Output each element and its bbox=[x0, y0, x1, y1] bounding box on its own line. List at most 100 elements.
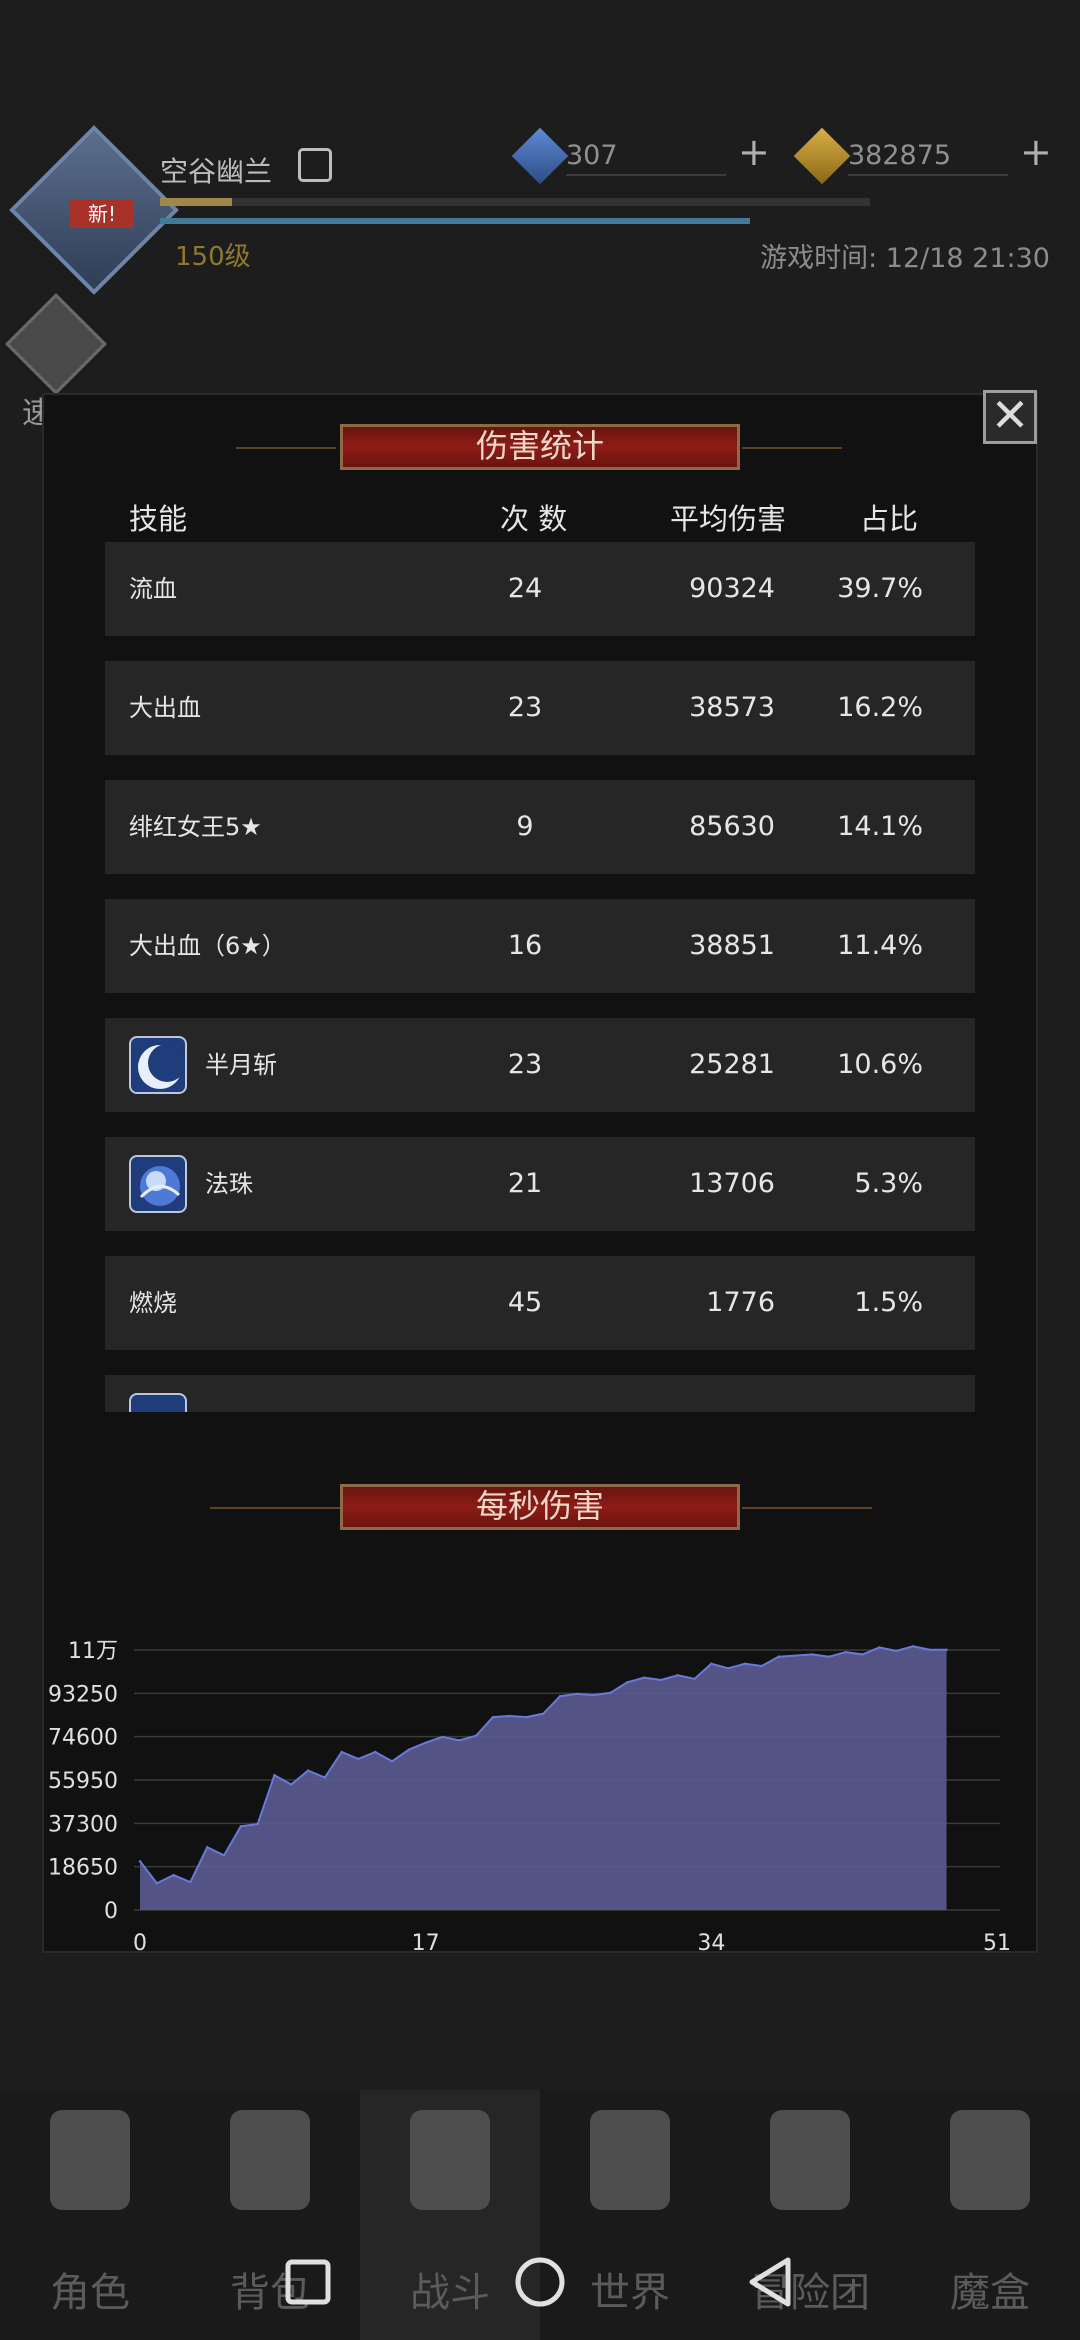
banner-divider-left bbox=[236, 447, 336, 449]
skill-count: 21 bbox=[507, 1168, 543, 1199]
table-row: 大出血（6★） 16 38851 11.4% bbox=[105, 899, 975, 993]
data-point bbox=[810, 1653, 814, 1656]
skill-avg: 85630 bbox=[689, 811, 775, 842]
y-tick-label: 37300 bbox=[48, 1812, 118, 1837]
y-tick-label: 93250 bbox=[48, 1682, 118, 1707]
header-count: 次 数 bbox=[500, 502, 568, 536]
data-point bbox=[609, 1691, 612, 1694]
header-pct: 占比 bbox=[860, 502, 919, 536]
x-tick-label: 0 bbox=[133, 1931, 147, 1956]
data-point bbox=[441, 1735, 444, 1739]
gold-count: 382875 bbox=[848, 140, 952, 171]
close-button[interactable]: ✕ bbox=[983, 390, 1037, 444]
skill-name: 大出血 bbox=[129, 694, 201, 722]
y-tick-label: 18650 bbox=[48, 1856, 118, 1881]
table-row: 绯红女王5★ 9 85630 14.1% bbox=[105, 780, 975, 874]
dps-chart: 11万 93250 74600 55950 37300 18650 0 0 17 34 51 bbox=[0, 1620, 1080, 1960]
dps-chart-svg: 11万 93250 74600 55950 37300 18650 00 17 34 51 bbox=[48, 1639, 1011, 1956]
crescent-moon-icon bbox=[129, 1036, 187, 1094]
data-point bbox=[407, 1748, 411, 1751]
game-time: 游戏时间: 12/18 21:30 bbox=[760, 243, 1050, 274]
dps-divider-right bbox=[742, 1507, 872, 1509]
data-point bbox=[206, 1846, 209, 1849]
energy-bar bbox=[160, 218, 750, 224]
y-tick-label: 11万 bbox=[68, 1639, 118, 1664]
castle-icon bbox=[770, 2110, 850, 2210]
data-point bbox=[726, 1667, 730, 1670]
y-tick-label: 0 bbox=[104, 1899, 118, 1924]
skill-name: 半月斩 bbox=[205, 1051, 277, 1079]
data-point bbox=[760, 1664, 763, 1668]
skill-name: 法珠 bbox=[205, 1170, 253, 1198]
xp-bar bbox=[160, 198, 870, 206]
gem-count: 307 bbox=[566, 140, 618, 171]
header-skill: 技能 bbox=[129, 502, 188, 536]
recent-apps-icon[interactable] bbox=[268, 2220, 348, 2340]
x-tick-label: 17 bbox=[412, 1931, 440, 1956]
data-point bbox=[911, 1645, 915, 1648]
data-point bbox=[710, 1662, 713, 1665]
skill-pct: 1.5% bbox=[854, 1287, 923, 1318]
player-level: 150级 bbox=[175, 242, 251, 272]
data-point bbox=[928, 1648, 931, 1651]
orb-icon bbox=[129, 1155, 187, 1213]
edit-name-icon[interactable] bbox=[298, 148, 332, 182]
data-point bbox=[138, 1860, 142, 1863]
data-point bbox=[256, 1822, 259, 1826]
data-point bbox=[777, 1655, 780, 1658]
data-point bbox=[844, 1650, 847, 1654]
skill-name: 大出血（6★） bbox=[129, 932, 286, 960]
y-tick-label: 55950 bbox=[48, 1769, 118, 1794]
backpack-icon bbox=[230, 2110, 310, 2210]
table-row-partial bbox=[105, 1375, 975, 1412]
data-point bbox=[323, 1776, 327, 1779]
gem-underline bbox=[566, 174, 726, 176]
back-icon[interactable] bbox=[730, 2220, 810, 2340]
x-tick-label: 34 bbox=[697, 1931, 725, 1956]
table-row: 流血 24 90324 39.7% bbox=[105, 542, 975, 636]
skill-avg: 1776 bbox=[706, 1287, 775, 1318]
helmet-icon bbox=[50, 2110, 130, 2210]
gem-resource: 307 + bbox=[511, 127, 780, 185]
table-row: 燃烧 45 1776 1.5% bbox=[105, 1256, 975, 1350]
map-scroll-icon bbox=[590, 2110, 670, 2210]
data-point bbox=[525, 1715, 528, 1719]
data-point bbox=[357, 1757, 360, 1761]
data-point bbox=[458, 1739, 461, 1742]
header-avg: 平均伤害 bbox=[670, 502, 787, 536]
skill-avg: 90324 bbox=[689, 573, 775, 604]
add-gold-icon[interactable]: + bbox=[1020, 130, 1052, 174]
data-point bbox=[827, 1655, 831, 1658]
skill-name: 流血 bbox=[129, 575, 177, 603]
y-tick-label: 74600 bbox=[48, 1726, 118, 1751]
skill-count: 24 bbox=[507, 573, 543, 604]
data-point bbox=[172, 1873, 175, 1877]
add-gem-icon[interactable]: + bbox=[738, 130, 770, 174]
data-point bbox=[222, 1854, 226, 1857]
xp-fill bbox=[160, 198, 232, 206]
dps-divider-left bbox=[210, 1507, 340, 1509]
table-row: 半月斩 23 25281 10.6% bbox=[105, 1018, 975, 1112]
table-row: 法珠 21 13706 5.3% bbox=[105, 1137, 975, 1231]
damage-table[interactable]: 流血 24 90324 39.7% 大出血 23 38573 16.2% 绯红女… bbox=[105, 542, 975, 1412]
gold-underline bbox=[848, 174, 1008, 176]
home-icon[interactable] bbox=[500, 2220, 580, 2340]
data-point bbox=[542, 1712, 545, 1715]
skill-pct: 39.7% bbox=[837, 573, 923, 604]
data-point bbox=[390, 1760, 394, 1763]
data-point bbox=[945, 1648, 948, 1651]
cube-icon bbox=[950, 2110, 1030, 2210]
banner-divider-right bbox=[742, 447, 842, 449]
skill-count: 9 bbox=[516, 811, 534, 842]
data-point bbox=[592, 1693, 595, 1697]
data-point bbox=[659, 1678, 663, 1682]
data-point bbox=[894, 1649, 898, 1653]
data-point bbox=[189, 1880, 192, 1884]
data-point bbox=[878, 1646, 881, 1649]
skill-name: 燃烧 bbox=[129, 1289, 177, 1317]
skill-count: 23 bbox=[507, 692, 543, 723]
data-point bbox=[794, 1654, 797, 1657]
x-tick-label: 51 bbox=[983, 1931, 1011, 1956]
data-point bbox=[575, 1692, 579, 1696]
data-point bbox=[474, 1734, 478, 1737]
